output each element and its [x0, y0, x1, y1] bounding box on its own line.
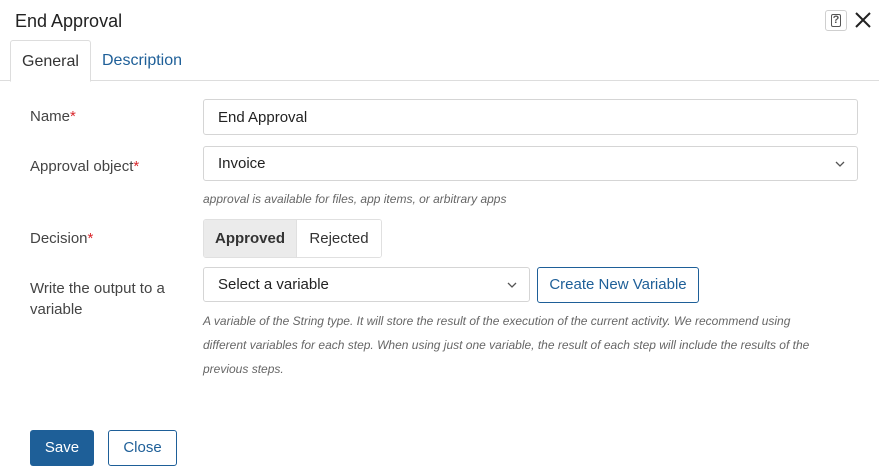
name-input[interactable] [218, 100, 857, 134]
name-label-text: Name [30, 108, 71, 125]
output-variable-hint-line-3: previous steps. [203, 362, 284, 376]
create-new-variable-button[interactable]: Create New Variable [537, 267, 699, 303]
variable-select[interactable]: Select a variable [203, 267, 530, 302]
help-button[interactable]: ? [825, 10, 847, 31]
decision-rejected-button[interactable]: Rejected [297, 220, 381, 257]
decision-approved-button[interactable]: Approved [204, 220, 297, 257]
name-field[interactable] [203, 99, 858, 135]
approval-object-label: Approval object* [30, 157, 139, 177]
help-glyph: ? [831, 14, 841, 27]
output-variable-hint-line-1: A variable of the String type. It will s… [203, 314, 791, 328]
close-button[interactable]: Close [108, 430, 177, 466]
decision-toggle: Approved Rejected [203, 219, 382, 258]
approval-object-label-text: Approval object [30, 158, 134, 175]
required-marker: * [70, 108, 76, 125]
dialog-title: End Approval [15, 11, 123, 31]
required-marker: * [87, 230, 94, 247]
required-marker: * [133, 158, 140, 175]
tab-bar: General Description [0, 40, 879, 82]
variable-select-placeholder: Select a variable [218, 276, 329, 293]
close-icon[interactable] [853, 10, 873, 30]
tab-general[interactable]: General [10, 40, 91, 82]
chevron-down-icon [507, 282, 517, 288]
decision-label-text: Decision [30, 230, 88, 247]
decision-label: Decision* [30, 229, 93, 249]
approval-object-select[interactable]: Invoice [203, 146, 858, 181]
end-approval-dialog: End Approval ? General Description Name*… [0, 0, 879, 470]
approval-object-hint: approval is available for files, app ite… [203, 192, 507, 206]
output-variable-label: Write the output to a variable [30, 280, 165, 318]
output-variable-hint-line-2: different variables for each step. When … [203, 338, 810, 352]
tab-description[interactable]: Description [102, 40, 182, 81]
approval-object-value: Invoice [218, 155, 266, 172]
chevron-down-icon [835, 161, 845, 167]
name-label: Name* [30, 107, 76, 127]
question-mark-icon: ? [831, 14, 841, 27]
save-button[interactable]: Save [30, 430, 94, 466]
